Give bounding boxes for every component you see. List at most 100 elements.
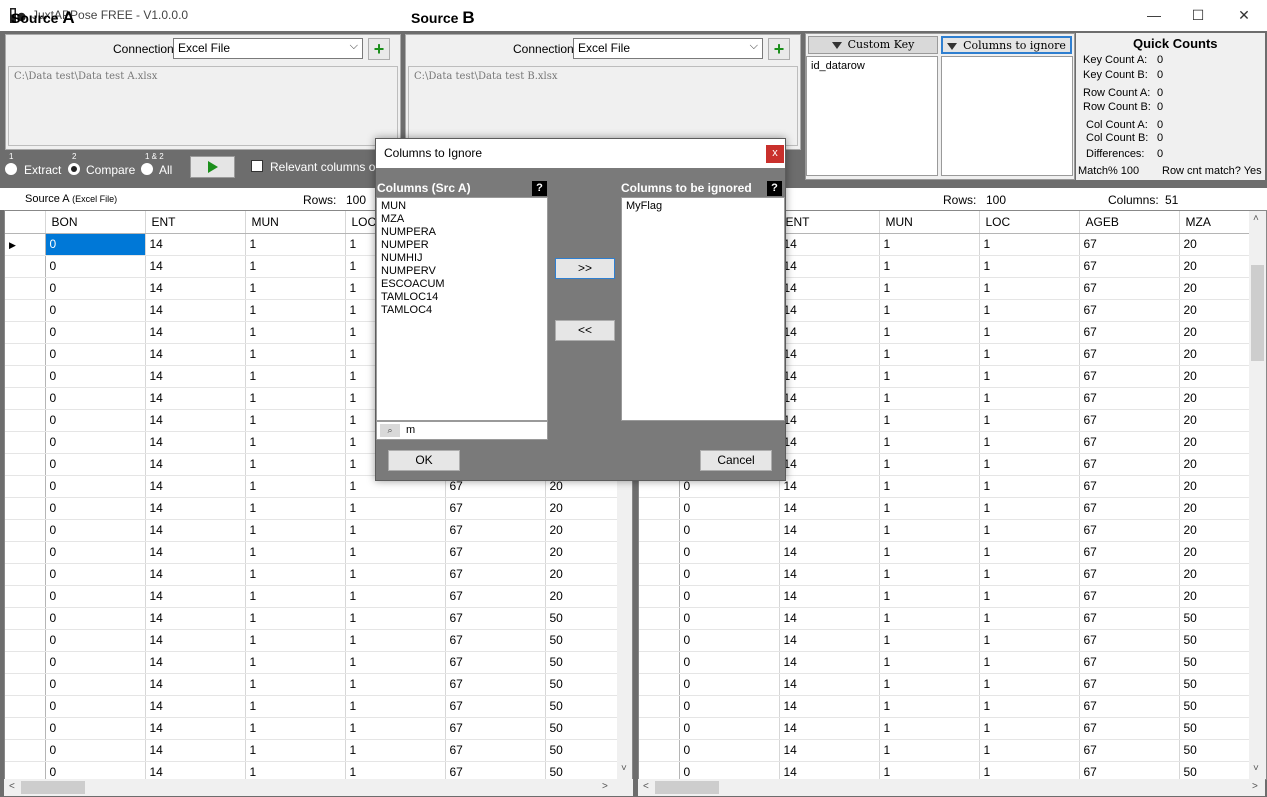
table-cell[interactable]: 0 (679, 629, 780, 652)
table-cell[interactable]: 1 (879, 585, 980, 608)
table-cell[interactable]: 20 (545, 585, 618, 608)
table-row[interactable]: 014116720 (639, 519, 1259, 542)
scroll-thumb[interactable] (21, 781, 85, 794)
table-cell[interactable]: 14 (779, 299, 880, 322)
grid-a-column-header[interactable]: ENT (145, 211, 246, 234)
table-cell[interactable]: 1 (879, 651, 980, 674)
table-cell[interactable]: 1 (879, 717, 980, 740)
table-cell[interactable]: 14 (145, 541, 246, 564)
table-cell[interactable]: 14 (779, 541, 880, 564)
row-header[interactable] (5, 277, 46, 300)
row-header[interactable] (639, 651, 680, 674)
table-cell[interactable]: 1 (345, 651, 446, 674)
table-cell[interactable]: 67 (1079, 453, 1180, 476)
table-cell[interactable]: 14 (779, 607, 880, 630)
table-row[interactable]: 0 14 1 1 67 50 (639, 717, 1259, 740)
table-cell[interactable]: 0 (45, 673, 146, 696)
table-cell[interactable]: 14 (145, 761, 246, 779)
table-cell[interactable]: 1 (879, 255, 980, 278)
table-cell[interactable]: 14 (779, 519, 880, 542)
table-cell[interactable]: 14 (145, 607, 246, 630)
table-cell[interactable]: 1 (245, 255, 346, 278)
table-cell[interactable]: 14 (779, 629, 880, 652)
help-icon[interactable]: ? (532, 181, 547, 196)
source-a-path-field[interactable]: C:\Data test\Data test A.xlsx (8, 66, 398, 146)
table-row[interactable]: 0 14 1 1 67 50 (639, 695, 1259, 718)
table-cell[interactable]: 20 (1179, 343, 1252, 366)
scroll-down-icon[interactable]: ˅ (621, 763, 627, 774)
row-header[interactable] (5, 365, 46, 388)
table-cell[interactable]: 14 (779, 651, 880, 674)
table-row[interactable]: 014116720 (5, 519, 625, 542)
ignored-columns-list[interactable] (941, 56, 1073, 176)
table-cell[interactable]: 1 (345, 673, 446, 696)
table-cell[interactable]: 14 (145, 651, 246, 674)
table-cell[interactable]: 1 (245, 233, 346, 256)
table-row[interactable]: 0 14 1 1 67 50 (639, 607, 1259, 630)
table-cell[interactable]: 20 (545, 563, 618, 586)
table-cell[interactable]: 1 (879, 607, 980, 630)
row-header[interactable] (5, 321, 46, 344)
table-cell[interactable]: 1 (979, 673, 1080, 696)
table-row[interactable]: 014116720 (639, 497, 1259, 520)
table-cell[interactable]: 1 (879, 409, 980, 432)
table-cell[interactable]: 1 (345, 497, 446, 520)
table-cell[interactable]: 0 (679, 739, 780, 762)
source-a-horizontal-scrollbar[interactable]: < > (4, 779, 633, 796)
relevant-columns-checkbox[interactable] (251, 160, 263, 172)
all-radio[interactable] (141, 163, 153, 175)
table-cell[interactable]: 1 (879, 453, 980, 476)
table-cell[interactable]: 0 (45, 607, 146, 630)
grid-a-column-header[interactable]: MUN (245, 211, 346, 234)
help-icon[interactable]: ? (767, 181, 782, 196)
table-row[interactable]: 0 14 1 1 67 50 (5, 651, 625, 674)
scroll-right-icon[interactable]: > (602, 781, 608, 792)
custom-key-item[interactable]: id_datarow (811, 60, 933, 72)
compare-radio[interactable] (68, 163, 80, 175)
table-cell[interactable]: 67 (1079, 233, 1180, 256)
table-cell[interactable]: 67 (1079, 651, 1180, 674)
grid-b-column-header[interactable]: MUN (879, 211, 980, 234)
grid-a-corner-header[interactable] (5, 211, 46, 234)
table-cell[interactable]: 1 (979, 563, 1080, 586)
table-cell[interactable]: 50 (545, 651, 618, 674)
source-a-add-connection-button[interactable]: + (368, 38, 390, 60)
row-header[interactable] (639, 519, 680, 542)
table-cell[interactable]: 50 (1179, 717, 1252, 740)
list-item[interactable]: NUMPERV (381, 265, 543, 278)
table-cell[interactable]: 0 (45, 497, 146, 520)
table-cell[interactable]: 14 (779, 431, 880, 454)
table-cell[interactable]: 0 (45, 717, 146, 740)
cancel-button[interactable]: Cancel (700, 450, 772, 471)
table-cell[interactable]: 20 (545, 541, 618, 564)
table-row[interactable]: 0 14 1 1 67 50 (5, 761, 625, 779)
table-cell[interactable]: 0 (45, 585, 146, 608)
list-item[interactable]: MyFlag (626, 200, 780, 213)
dialog-close-button[interactable]: x (766, 145, 784, 163)
table-cell[interactable]: 67 (1079, 585, 1180, 608)
table-cell[interactable]: 1 (879, 563, 980, 586)
table-row[interactable]: 0 14 1 1 67 50 (5, 695, 625, 718)
table-cell[interactable]: 67 (1079, 365, 1180, 388)
table-cell[interactable]: 0 (45, 387, 146, 410)
table-cell[interactable]: 20 (1179, 387, 1252, 410)
source-b-path-field[interactable]: C:\Data test\Data test B.xlsx (408, 66, 798, 146)
row-header[interactable] (5, 717, 46, 740)
table-cell[interactable]: 1 (979, 321, 1080, 344)
table-cell[interactable]: 1 (245, 519, 346, 542)
table-cell[interactable]: 1 (879, 365, 980, 388)
table-cell[interactable]: 50 (1179, 673, 1252, 696)
table-cell[interactable]: 14 (779, 233, 880, 256)
table-cell[interactable]: 67 (1079, 497, 1180, 520)
table-cell[interactable]: 1 (345, 563, 446, 586)
table-row[interactable]: 014116720 (5, 541, 625, 564)
table-cell[interactable]: 1 (979, 453, 1080, 476)
table-row[interactable]: 0 14 1 1 67 50 (5, 717, 625, 740)
table-cell[interactable]: 14 (779, 321, 880, 344)
table-cell[interactable]: 1 (879, 343, 980, 366)
list-item[interactable]: ESCOACUM (381, 278, 543, 291)
table-cell[interactable]: 1 (245, 541, 346, 564)
table-cell[interactable]: 14 (145, 717, 246, 740)
row-header[interactable] (639, 563, 680, 586)
ignored-columns-dialog-list[interactable]: MyFlag (621, 197, 785, 421)
